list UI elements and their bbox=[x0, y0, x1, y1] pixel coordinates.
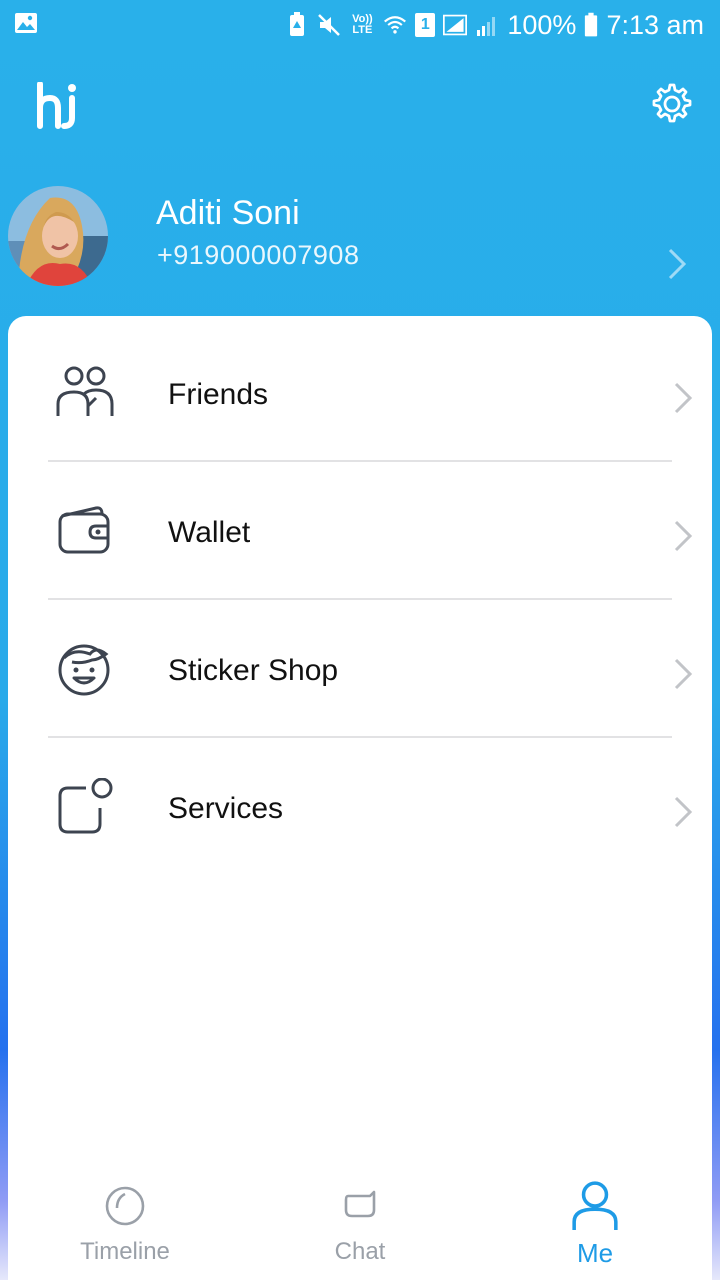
sim-slot-badge: 1 bbox=[415, 13, 436, 37]
chevron-right-icon bbox=[674, 520, 693, 552]
menu-item-label: Friends bbox=[168, 378, 269, 411]
sticker-face-icon bbox=[58, 644, 110, 696]
wifi-icon bbox=[384, 16, 407, 34]
hike-logo bbox=[37, 82, 76, 129]
image-notification-icon bbox=[15, 13, 37, 33]
status-icons: Vo)) LTE 1 100% 7:13 am bbox=[285, 8, 704, 42]
services-icon bbox=[58, 778, 113, 834]
signal-icon bbox=[443, 14, 468, 36]
menu-item-services[interactable]: Services bbox=[8, 736, 712, 874]
app-header bbox=[0, 60, 720, 150]
gear-icon[interactable] bbox=[650, 82, 694, 126]
bottom-nav: Timeline Chat Me bbox=[0, 1168, 720, 1280]
chat-icon bbox=[344, 1190, 376, 1218]
menu-item-wallet[interactable]: Wallet bbox=[8, 460, 712, 598]
tab-chat[interactable]: Chat bbox=[240, 1168, 480, 1280]
menu-card: Friends Wallet Sticker Shop Services bbox=[8, 316, 712, 1280]
tab-label: Timeline bbox=[80, 1238, 170, 1265]
timeline-icon bbox=[105, 1186, 145, 1226]
battery-icon bbox=[585, 12, 598, 37]
menu-item-label: Wallet bbox=[168, 516, 251, 549]
wallet-icon bbox=[58, 506, 110, 554]
chevron-right-icon bbox=[674, 796, 693, 828]
friends-icon bbox=[56, 366, 114, 416]
tab-label: Chat bbox=[334, 1238, 386, 1265]
battery-saver-icon bbox=[290, 12, 305, 36]
avatar[interactable] bbox=[8, 186, 108, 286]
chevron-right-icon bbox=[674, 658, 693, 690]
battery-percent: 100% bbox=[507, 9, 577, 40]
tab-timeline[interactable]: Timeline bbox=[5, 1168, 245, 1280]
profile-row[interactable]: Aditi Soni +919000007908 bbox=[0, 180, 720, 300]
tab-label: Me bbox=[576, 1238, 614, 1268]
tab-me[interactable]: Me bbox=[475, 1168, 715, 1280]
volte-indicator: Vo)) LTE bbox=[352, 13, 373, 36]
profile-name: Aditi Soni bbox=[156, 194, 300, 232]
clock: 7:13 am bbox=[606, 9, 704, 40]
chevron-right-icon bbox=[674, 382, 693, 414]
menu-item-sticker-shop[interactable]: Sticker Shop bbox=[8, 598, 712, 736]
status-bar: Vo)) LTE 1 100% 7:13 am bbox=[0, 0, 720, 50]
menu-item-friends[interactable]: Friends bbox=[8, 322, 712, 460]
profile-phone: +919000007908 bbox=[157, 240, 360, 270]
signal-weak-icon bbox=[477, 17, 496, 36]
mute-icon bbox=[318, 14, 341, 36]
menu-item-label: Services bbox=[168, 792, 284, 825]
chevron-right-icon bbox=[668, 248, 687, 280]
menu-item-label: Sticker Shop bbox=[168, 654, 339, 687]
person-icon bbox=[572, 1181, 618, 1230]
